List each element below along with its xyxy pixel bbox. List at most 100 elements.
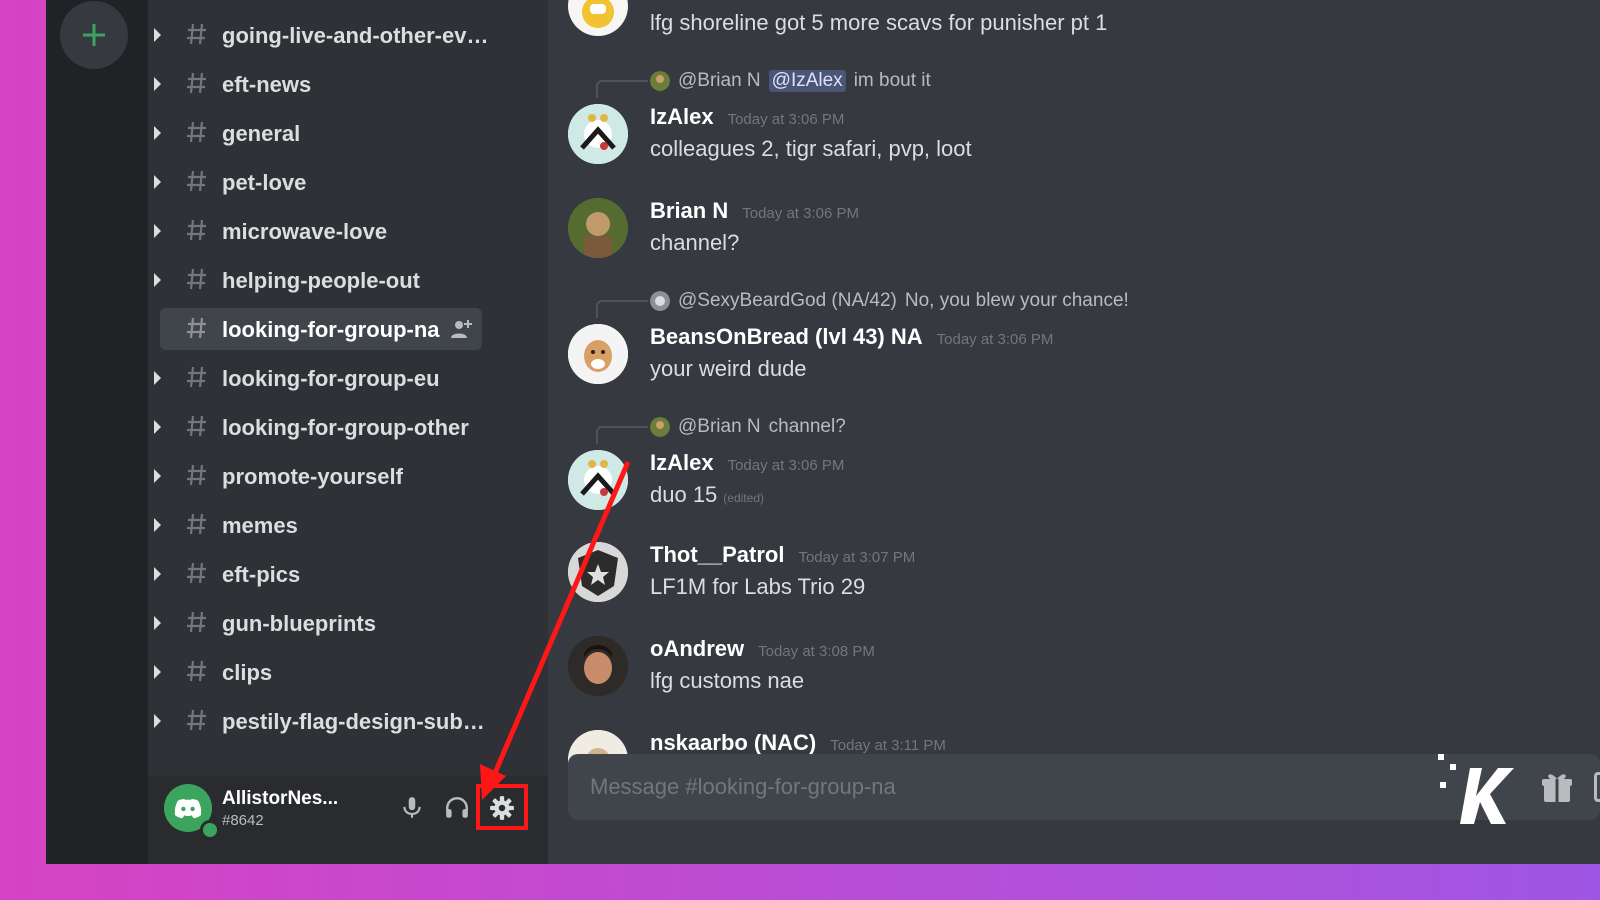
channel-memes[interactable]: memes: [154, 504, 482, 546]
hash-icon: [187, 562, 206, 584]
channel-microwave-love[interactable]: microwave-love: [154, 210, 482, 252]
username: AllistorNes...: [222, 788, 339, 809]
hash-icon: [187, 121, 206, 143]
headphones-icon: [446, 797, 468, 818]
discord-window: going-live-and-other-eve... eft-news gen…: [46, 0, 1600, 864]
channel-eft-news[interactable]: eft-news: [154, 63, 482, 105]
channel-name: going-live-and-other-eve...: [222, 23, 492, 48]
reply-preview[interactable]: @Brian N @IzAlex im bout it: [650, 70, 931, 92]
settings-highlight-box: [476, 784, 528, 830]
channel-looking-for-group-na[interactable]: looking-for-group-na: [160, 308, 482, 350]
message-author[interactable]: BeansOnBread (lvl 43) NA Today at 3:06 PM: [650, 324, 1053, 350]
collapse-caret-icon: [154, 420, 161, 434]
message-author[interactable]: oAndrew Today at 3:08 PM: [650, 636, 875, 662]
hash-icon: [187, 660, 206, 682]
channel-helping-people-out[interactable]: helping-people-out: [154, 259, 482, 301]
watermark-logo: [1438, 754, 1514, 824]
message-body: LF1M for Labs Trio 29: [650, 574, 866, 599]
collapse-caret-icon: [154, 714, 161, 728]
channel-name: pet-love: [222, 170, 307, 195]
timestamp: Today at 3:06 PM: [742, 205, 859, 222]
hash-icon: [187, 513, 206, 535]
collapse-caret-icon: [154, 126, 161, 140]
message-author[interactable]: Thot__Patrol Today at 3:07 PM: [650, 542, 915, 568]
hash-icon: [187, 23, 206, 45]
reply-text: No, you blew your chance!: [904, 290, 1129, 311]
collapse-caret-icon: [154, 518, 161, 532]
collapse-caret-icon: [154, 224, 161, 238]
gif-button[interactable]: G: [1594, 772, 1600, 802]
reply-text: im bout it: [853, 70, 931, 91]
timestamp: Today at 3:08 PM: [758, 643, 875, 660]
reply-avatar: [650, 291, 670, 311]
collapse-caret-icon: [154, 567, 161, 581]
channel-name: general: [222, 121, 301, 146]
message-body: lfg customs nae: [650, 668, 805, 693]
channel-pestily-flag-design[interactable]: pestily-flag-design-subm...: [154, 700, 492, 742]
timestamp: Today at 3:06 PM: [936, 331, 1054, 348]
timestamp: Today at 3:06 PM: [727, 457, 845, 474]
channel-going-live[interactable]: going-live-and-other-eve...: [154, 14, 492, 56]
channel-promote-yourself[interactable]: promote-yourself: [154, 455, 482, 497]
channel-name: looking-for-group-other: [222, 415, 469, 440]
collapse-caret-icon: [154, 469, 161, 483]
hash-icon: [187, 268, 206, 290]
message-author[interactable]: nskaarbo (NAC) Today at 3:11 PM: [650, 730, 946, 756]
reply-spine: [596, 426, 648, 444]
hash-icon: [187, 366, 206, 388]
chat-area: lfg shoreline got 5 more scavs for punis…: [548, 0, 1600, 864]
avatar[interactable]: [568, 198, 628, 258]
hash-icon: [187, 415, 206, 437]
channel-gun-blueprints[interactable]: gun-blueprints: [154, 602, 482, 644]
hash-icon: [187, 72, 206, 94]
channel-name: promote-yourself: [222, 464, 403, 489]
hash-icon: [187, 611, 206, 633]
hash-icon: [187, 317, 206, 339]
message-body: lfg shoreline got 5 more scavs for punis…: [650, 10, 1108, 35]
user-panel: AllistorNes... #8642: [148, 776, 548, 864]
hash-icon: [187, 170, 206, 192]
avatar[interactable]: [568, 324, 628, 384]
channel-looking-for-group-eu[interactable]: looking-for-group-eu: [154, 357, 482, 399]
channel-name: looking-for-group-eu: [222, 366, 440, 391]
channel-name: looking-for-group-na: [222, 317, 440, 342]
collapse-caret-icon: [154, 616, 161, 630]
channel-name: pestily-flag-design-subm...: [222, 709, 492, 734]
deafen-button[interactable]: [441, 792, 473, 824]
avatar[interactable]: [568, 636, 628, 696]
avatar[interactable]: [568, 450, 628, 510]
microphone-icon: [403, 797, 421, 818]
message-author[interactable]: IzAlex Today at 3:06 PM: [650, 104, 844, 130]
channel-eft-pics[interactable]: eft-pics: [154, 553, 482, 595]
channel-clips[interactable]: clips: [154, 651, 482, 693]
message-author[interactable]: IzAlex Today at 3:06 PM: [650, 450, 844, 476]
mention-badge[interactable]: @IzAlex: [768, 70, 846, 92]
message-author[interactable]: Brian N Today at 3:06 PM: [650, 198, 859, 224]
reply-avatar: [650, 71, 670, 91]
reply-author: @SexyBeardGod (NA/42): [678, 290, 897, 311]
hash-icon: [187, 464, 206, 486]
collapse-caret-icon: [154, 175, 161, 189]
reply-preview[interactable]: @Brian N channel?: [650, 416, 846, 438]
mute-button[interactable]: [396, 792, 428, 824]
message-input[interactable]: [588, 768, 1392, 806]
timestamp: Today at 3:06 PM: [727, 111, 845, 128]
discord-logo-icon: [174, 799, 202, 819]
reply-spine: [596, 80, 648, 98]
gift-icon[interactable]: [1540, 770, 1574, 804]
message-body: duo 15 (edited): [650, 482, 764, 507]
channel-name: eft-news: [222, 72, 312, 97]
avatar[interactable]: [568, 542, 628, 602]
add-member-icon[interactable]: [450, 318, 472, 340]
plus-icon: [83, 24, 105, 46]
timestamp: Today at 3:11 PM: [830, 737, 946, 754]
channel-name: memes: [222, 513, 298, 538]
channel-general[interactable]: general: [154, 112, 482, 154]
reply-preview[interactable]: @SexyBeardGod (NA/42) No, you blew your …: [650, 290, 1129, 312]
channel-pet-love[interactable]: pet-love: [154, 161, 482, 203]
avatar: [568, 0, 628, 36]
hash-icon: [187, 709, 206, 731]
channel-looking-for-group-other[interactable]: looking-for-group-other: [154, 406, 482, 448]
avatar[interactable]: [568, 104, 628, 164]
add-server-button[interactable]: [60, 1, 128, 69]
